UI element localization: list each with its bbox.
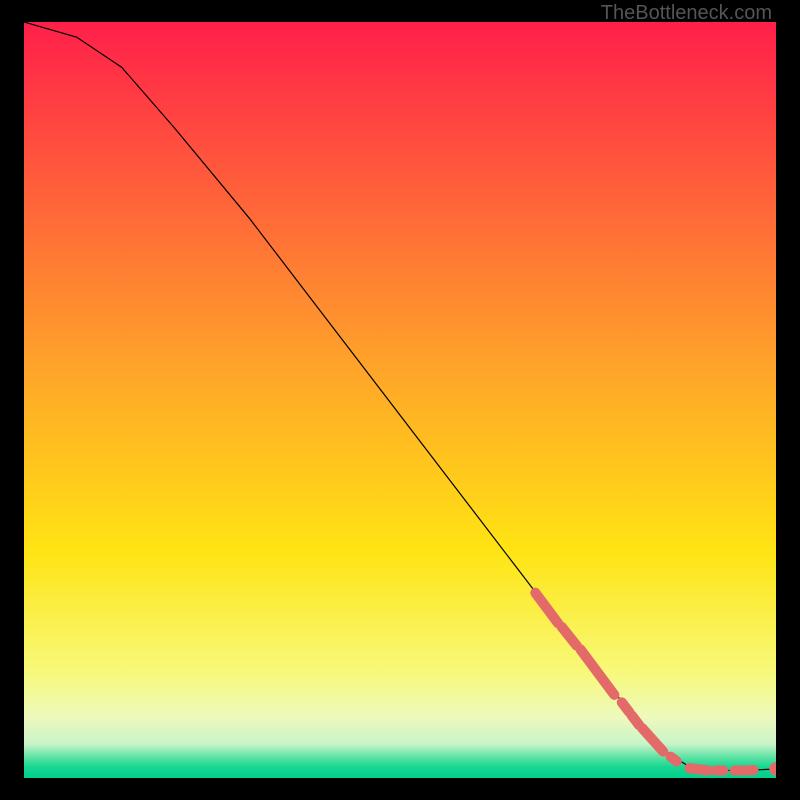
highlighted-segment xyxy=(690,768,709,770)
highlighted-segment xyxy=(632,715,640,725)
highlighted-segment xyxy=(671,757,677,762)
chart-stage: TheBottleneck.com xyxy=(0,0,800,800)
chart-background xyxy=(24,22,776,778)
watermark-label: TheBottleneck.com xyxy=(601,2,772,25)
highlighted-segment xyxy=(622,702,630,712)
chart-plot xyxy=(24,22,776,778)
